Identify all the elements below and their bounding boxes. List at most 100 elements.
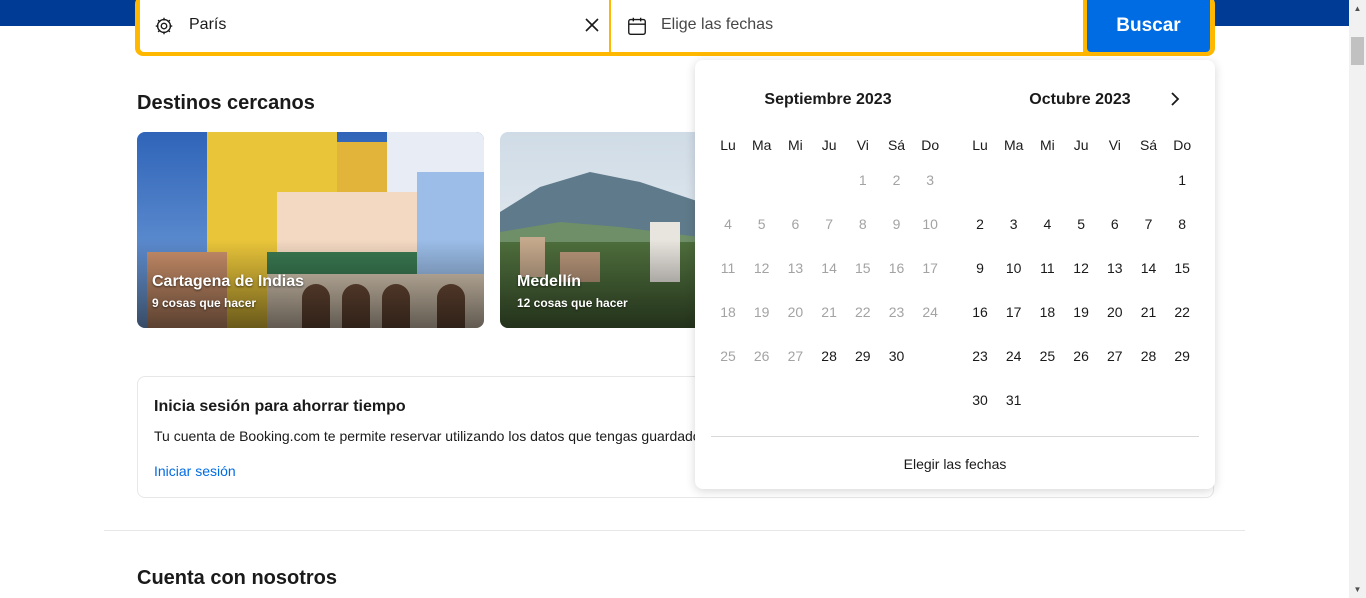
calendar-day[interactable]: 19 — [1064, 295, 1098, 329]
calendar-day: 21 — [821, 304, 837, 320]
calendar-day[interactable]: 10 — [997, 251, 1031, 285]
calendar-day[interactable]: 6 — [1098, 207, 1132, 241]
weekday-label: Ju — [821, 137, 837, 153]
trust-section-title: Cuenta con nosotros — [137, 567, 338, 589]
calendar-day[interactable]: 29 — [1165, 339, 1199, 373]
calendar-day: 16 — [888, 260, 905, 276]
calendar-day[interactable]: 22 — [1165, 295, 1199, 329]
choose-dates-footer[interactable]: Elegir las fechas — [695, 456, 1215, 472]
calendar-day[interactable]: 27 — [1098, 339, 1132, 373]
calendar-day: 20 — [787, 304, 804, 320]
calendar-day: 17 — [922, 260, 938, 276]
month-title-october: Octubre 2023 — [1029, 91, 1131, 108]
calendar-day[interactable]: 25 — [1030, 339, 1064, 373]
calendar-day[interactable]: 14 — [1132, 251, 1166, 285]
month-title-september: Septiembre 2023 — [764, 91, 892, 108]
calendar-day[interactable]: 1 — [1165, 163, 1199, 197]
calendar-day[interactable]: 17 — [997, 295, 1031, 329]
calendar-day[interactable]: 7 — [1132, 207, 1166, 241]
attraction-icon — [155, 17, 173, 35]
calendar-day[interactable]: 20 — [1098, 295, 1132, 329]
calendar-day[interactable]: 28 — [1132, 339, 1166, 373]
section-divider — [104, 530, 1245, 531]
calendar-day[interactable]: 28 — [812, 339, 846, 373]
calendar-day[interactable]: 2 — [963, 207, 997, 241]
calendar-day[interactable]: 11 — [1030, 251, 1064, 285]
calendar-day: 25 — [720, 348, 736, 364]
card-name: Cartagena de Indias — [152, 273, 305, 290]
calendar-day[interactable]: 13 — [1098, 251, 1132, 285]
weekday-label: Lu — [972, 137, 988, 153]
calendar-icon — [628, 17, 646, 35]
page-scrollbar[interactable] — [1349, 0, 1366, 598]
next-month-icon[interactable] — [1165, 89, 1185, 109]
calendar-day: 11 — [720, 260, 736, 276]
destination-card-cartagena[interactable]: Cartagena de Indias 9 cosas que hacer — [137, 132, 484, 328]
weekday-label: Vi — [1108, 137, 1121, 153]
calendar-day: 13 — [787, 260, 804, 276]
clear-destination-icon[interactable] — [583, 16, 601, 34]
weekday-label: Do — [1173, 137, 1192, 153]
calendar-day: 5 — [757, 216, 766, 232]
weekday-label: Do — [921, 137, 940, 153]
calendar-day: 27 — [787, 348, 804, 364]
calendar-day: 9 — [892, 216, 901, 232]
weekday-label: Vi — [856, 137, 869, 153]
calendar-day[interactable]: 9 — [963, 251, 997, 285]
calendar-day: 24 — [922, 304, 938, 320]
calendar-day: 4 — [724, 216, 732, 232]
destination-card-medellin[interactable]: Medellín 12 cosas que hacer — [500, 132, 700, 328]
calendar-day[interactable]: 8 — [1165, 207, 1199, 241]
calendar-day[interactable]: 12 — [1064, 251, 1098, 285]
calendar-day[interactable]: 29 — [846, 339, 880, 373]
weekday-label: Mi — [1040, 137, 1055, 153]
calendar-day[interactable]: 21 — [1132, 295, 1166, 329]
calendar-day[interactable]: 30 — [963, 383, 997, 417]
weekday-label: Sá — [1139, 137, 1158, 153]
calendar-day[interactable]: 23 — [963, 339, 997, 373]
scroll-down-icon[interactable]: ▼ — [1349, 581, 1366, 598]
calendar-day: 26 — [753, 348, 770, 364]
calendar-day[interactable]: 26 — [1064, 339, 1098, 373]
signin-link[interactable]: Iniciar sesión — [154, 463, 236, 479]
weekday-label: Lu — [720, 137, 736, 153]
destination-field[interactable]: París — [140, 0, 609, 52]
search-button[interactable]: Buscar — [1087, 0, 1210, 52]
calendar-day[interactable]: 30 — [880, 339, 914, 373]
date-picker-popup: Septiembre 2023 Octubre 2023 Lu Ma Mi Ju Vi S… — [695, 60, 1215, 489]
calendar-day: 12 — [753, 260, 770, 276]
calendar-day[interactable]: 24 — [997, 339, 1031, 373]
calendar-day: 22 — [855, 304, 871, 320]
weekday-label: Sá — [887, 137, 906, 153]
calendar-day[interactable]: 3 — [997, 207, 1031, 241]
calendar-day: 3 — [926, 172, 935, 188]
calendar-day: 2 — [892, 172, 901, 188]
nearby-destinations-title: Destinos cercanos — [137, 92, 315, 114]
calendar-day[interactable]: 18 — [1030, 295, 1064, 329]
calendar-day[interactable]: 16 — [963, 295, 997, 329]
destination-value: París — [189, 16, 227, 33]
dates-field[interactable]: Elige las fechas — [611, 0, 1083, 52]
scrollbar-thumb[interactable] — [1351, 37, 1364, 65]
calendar-day: 6 — [791, 216, 800, 232]
calendar-day: 8 — [858, 216, 867, 232]
dates-placeholder: Elige las fechas — [661, 16, 774, 33]
weekday-label: Mi — [788, 137, 803, 153]
card-subtitle: 12 cosas que hacer — [517, 296, 628, 310]
card-name: Medellín — [517, 273, 582, 290]
weekday-label: Ju — [1073, 137, 1089, 153]
calendar-day[interactable]: 5 — [1064, 207, 1098, 241]
calendar-day: 10 — [922, 216, 938, 232]
calendar-day: 18 — [720, 304, 736, 320]
signin-title: Inicia sesión para ahorrar tiempo — [154, 398, 406, 415]
signin-text: Tu cuenta de Booking.com te permite rese… — [154, 428, 708, 444]
calendar-divider — [711, 436, 1199, 437]
calendar-day: 14 — [821, 260, 837, 276]
calendar-day[interactable]: 4 — [1030, 207, 1064, 241]
calendar-day[interactable]: 15 — [1165, 251, 1199, 285]
weekday-label: Ma — [751, 137, 772, 153]
scroll-up-icon[interactable]: ▲ — [1349, 0, 1366, 17]
calendar-day: 23 — [888, 304, 905, 320]
calendar-day[interactable]: 31 — [997, 383, 1031, 417]
calendar-day: 19 — [753, 304, 770, 320]
